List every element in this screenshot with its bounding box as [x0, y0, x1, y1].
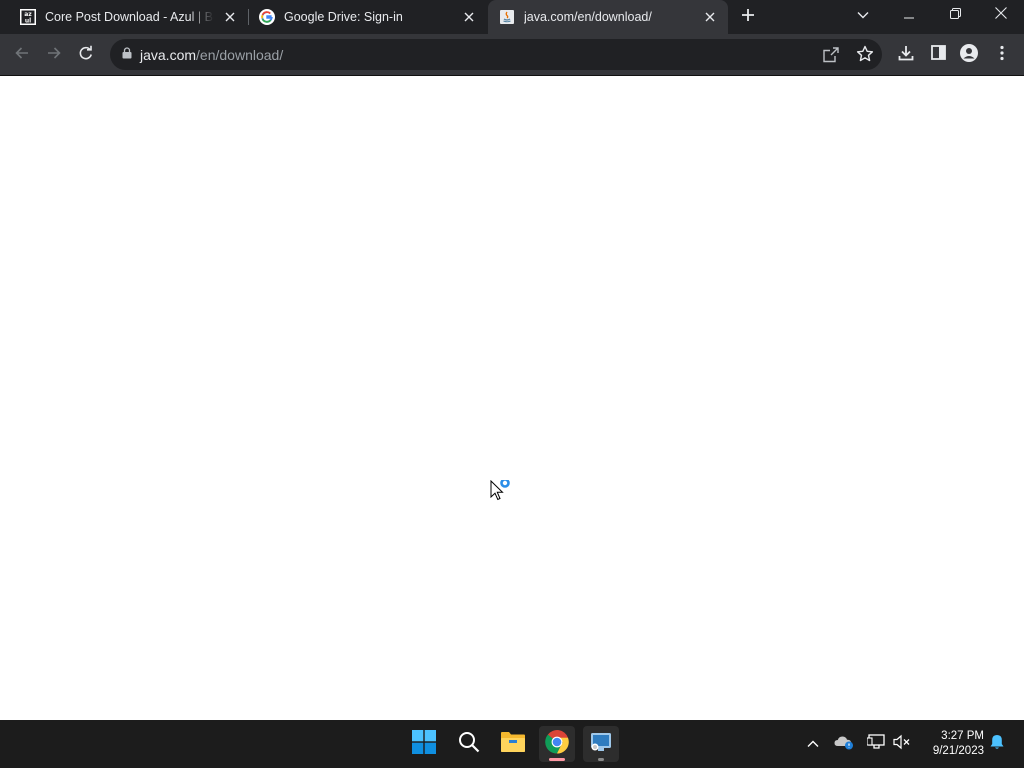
show-hidden-icons-button[interactable]	[803, 734, 823, 754]
close-tab-icon[interactable]	[459, 7, 479, 27]
share-icon[interactable]	[822, 46, 840, 69]
windows-start-icon	[412, 729, 436, 759]
new-tab-button[interactable]	[736, 5, 760, 29]
taskbar-search-button[interactable]	[451, 726, 487, 762]
star-icon[interactable]	[856, 45, 874, 68]
chrome-icon	[545, 729, 569, 759]
taskbar-remote-desktop[interactable]	[583, 726, 619, 762]
more-vert-icon	[1000, 45, 1004, 66]
busy-cursor-icon	[490, 478, 516, 507]
tab-java-download[interactable]: java.com/en/download/	[488, 0, 728, 34]
chevron-up-icon	[807, 735, 819, 753]
lock-icon[interactable]	[122, 46, 132, 64]
tab-strip: azul Core Post Download - Azul | Better …	[0, 0, 1024, 34]
url-text[interactable]: java.com/en/download/	[140, 47, 283, 63]
file-explorer-icon	[501, 731, 525, 758]
azul-icon: az ul	[20, 9, 36, 25]
volume-tray-button[interactable]	[892, 734, 912, 754]
tab-title: Core Post Download - Azul | Better Java …	[45, 10, 214, 24]
side-panel-icon	[930, 45, 946, 65]
close-icon	[995, 6, 1007, 24]
close-tab-icon[interactable]	[700, 7, 720, 27]
page-content	[0, 77, 1024, 720]
side-panel-button[interactable]	[925, 41, 951, 69]
minimize-button[interactable]	[886, 0, 932, 30]
url-host: java.com	[140, 46, 197, 63]
network-icon	[866, 733, 885, 755]
restore-button[interactable]	[932, 0, 978, 30]
tab-search-button[interactable]	[850, 4, 876, 26]
close-tab-icon[interactable]	[220, 7, 240, 27]
speaker-muted-icon	[893, 734, 911, 755]
minimize-icon	[904, 6, 914, 24]
clock-time: 3:27 PM	[941, 730, 984, 742]
running-app-indicator	[598, 758, 604, 761]
taskbar-file-explorer[interactable]	[495, 726, 531, 762]
plus-icon	[741, 8, 755, 27]
arrow-right-icon	[46, 45, 62, 66]
taskbar: 3:27 PM 9/21/2023	[0, 720, 1024, 768]
download-icon	[898, 45, 914, 66]
tab-azul[interactable]: azul Core Post Download - Azul | Better …	[0, 0, 248, 34]
clock-date: 9/21/2023	[932, 745, 984, 757]
active-app-indicator	[549, 758, 565, 761]
tab-title: Google Drive: Sign-in	[284, 10, 403, 24]
remote-desktop-icon	[589, 730, 613, 759]
svg-text:ul: ul	[25, 18, 31, 25]
taskbar-clock[interactable]: 3:27 PM 9/21/2023	[918, 729, 984, 759]
start-button[interactable]	[406, 726, 442, 762]
notifications-button[interactable]	[987, 734, 1007, 754]
downloads-button[interactable]	[893, 41, 919, 69]
arrow-left-icon	[14, 45, 30, 66]
browser-toolbar: java.com/en/download/	[0, 34, 1024, 76]
close-window-button[interactable]	[978, 0, 1024, 30]
address-bar[interactable]: java.com/en/download/	[110, 39, 882, 70]
forward-button[interactable]	[40, 41, 68, 69]
network-tray-button[interactable]	[866, 733, 886, 755]
url-path: /en/download/	[196, 46, 284, 63]
bell-icon	[989, 734, 1005, 755]
reload-icon	[78, 45, 94, 66]
search-icon	[458, 731, 480, 758]
java-icon	[499, 9, 515, 25]
restore-icon	[949, 6, 961, 24]
onedrive-tray-button[interactable]	[834, 734, 854, 754]
profile-button[interactable]	[956, 41, 982, 69]
menu-button[interactable]	[990, 41, 1014, 69]
tab-title: java.com/en/download/	[524, 10, 652, 24]
chevron-down-icon	[857, 6, 869, 24]
onedrive-icon	[834, 734, 854, 755]
tab-google-drive[interactable]: Google Drive: Sign-in	[248, 0, 487, 34]
reload-button[interactable]	[72, 41, 100, 69]
taskbar-chrome[interactable]	[539, 726, 575, 762]
back-button[interactable]	[8, 41, 36, 69]
profile-icon	[960, 43, 978, 67]
google-icon	[259, 9, 275, 25]
